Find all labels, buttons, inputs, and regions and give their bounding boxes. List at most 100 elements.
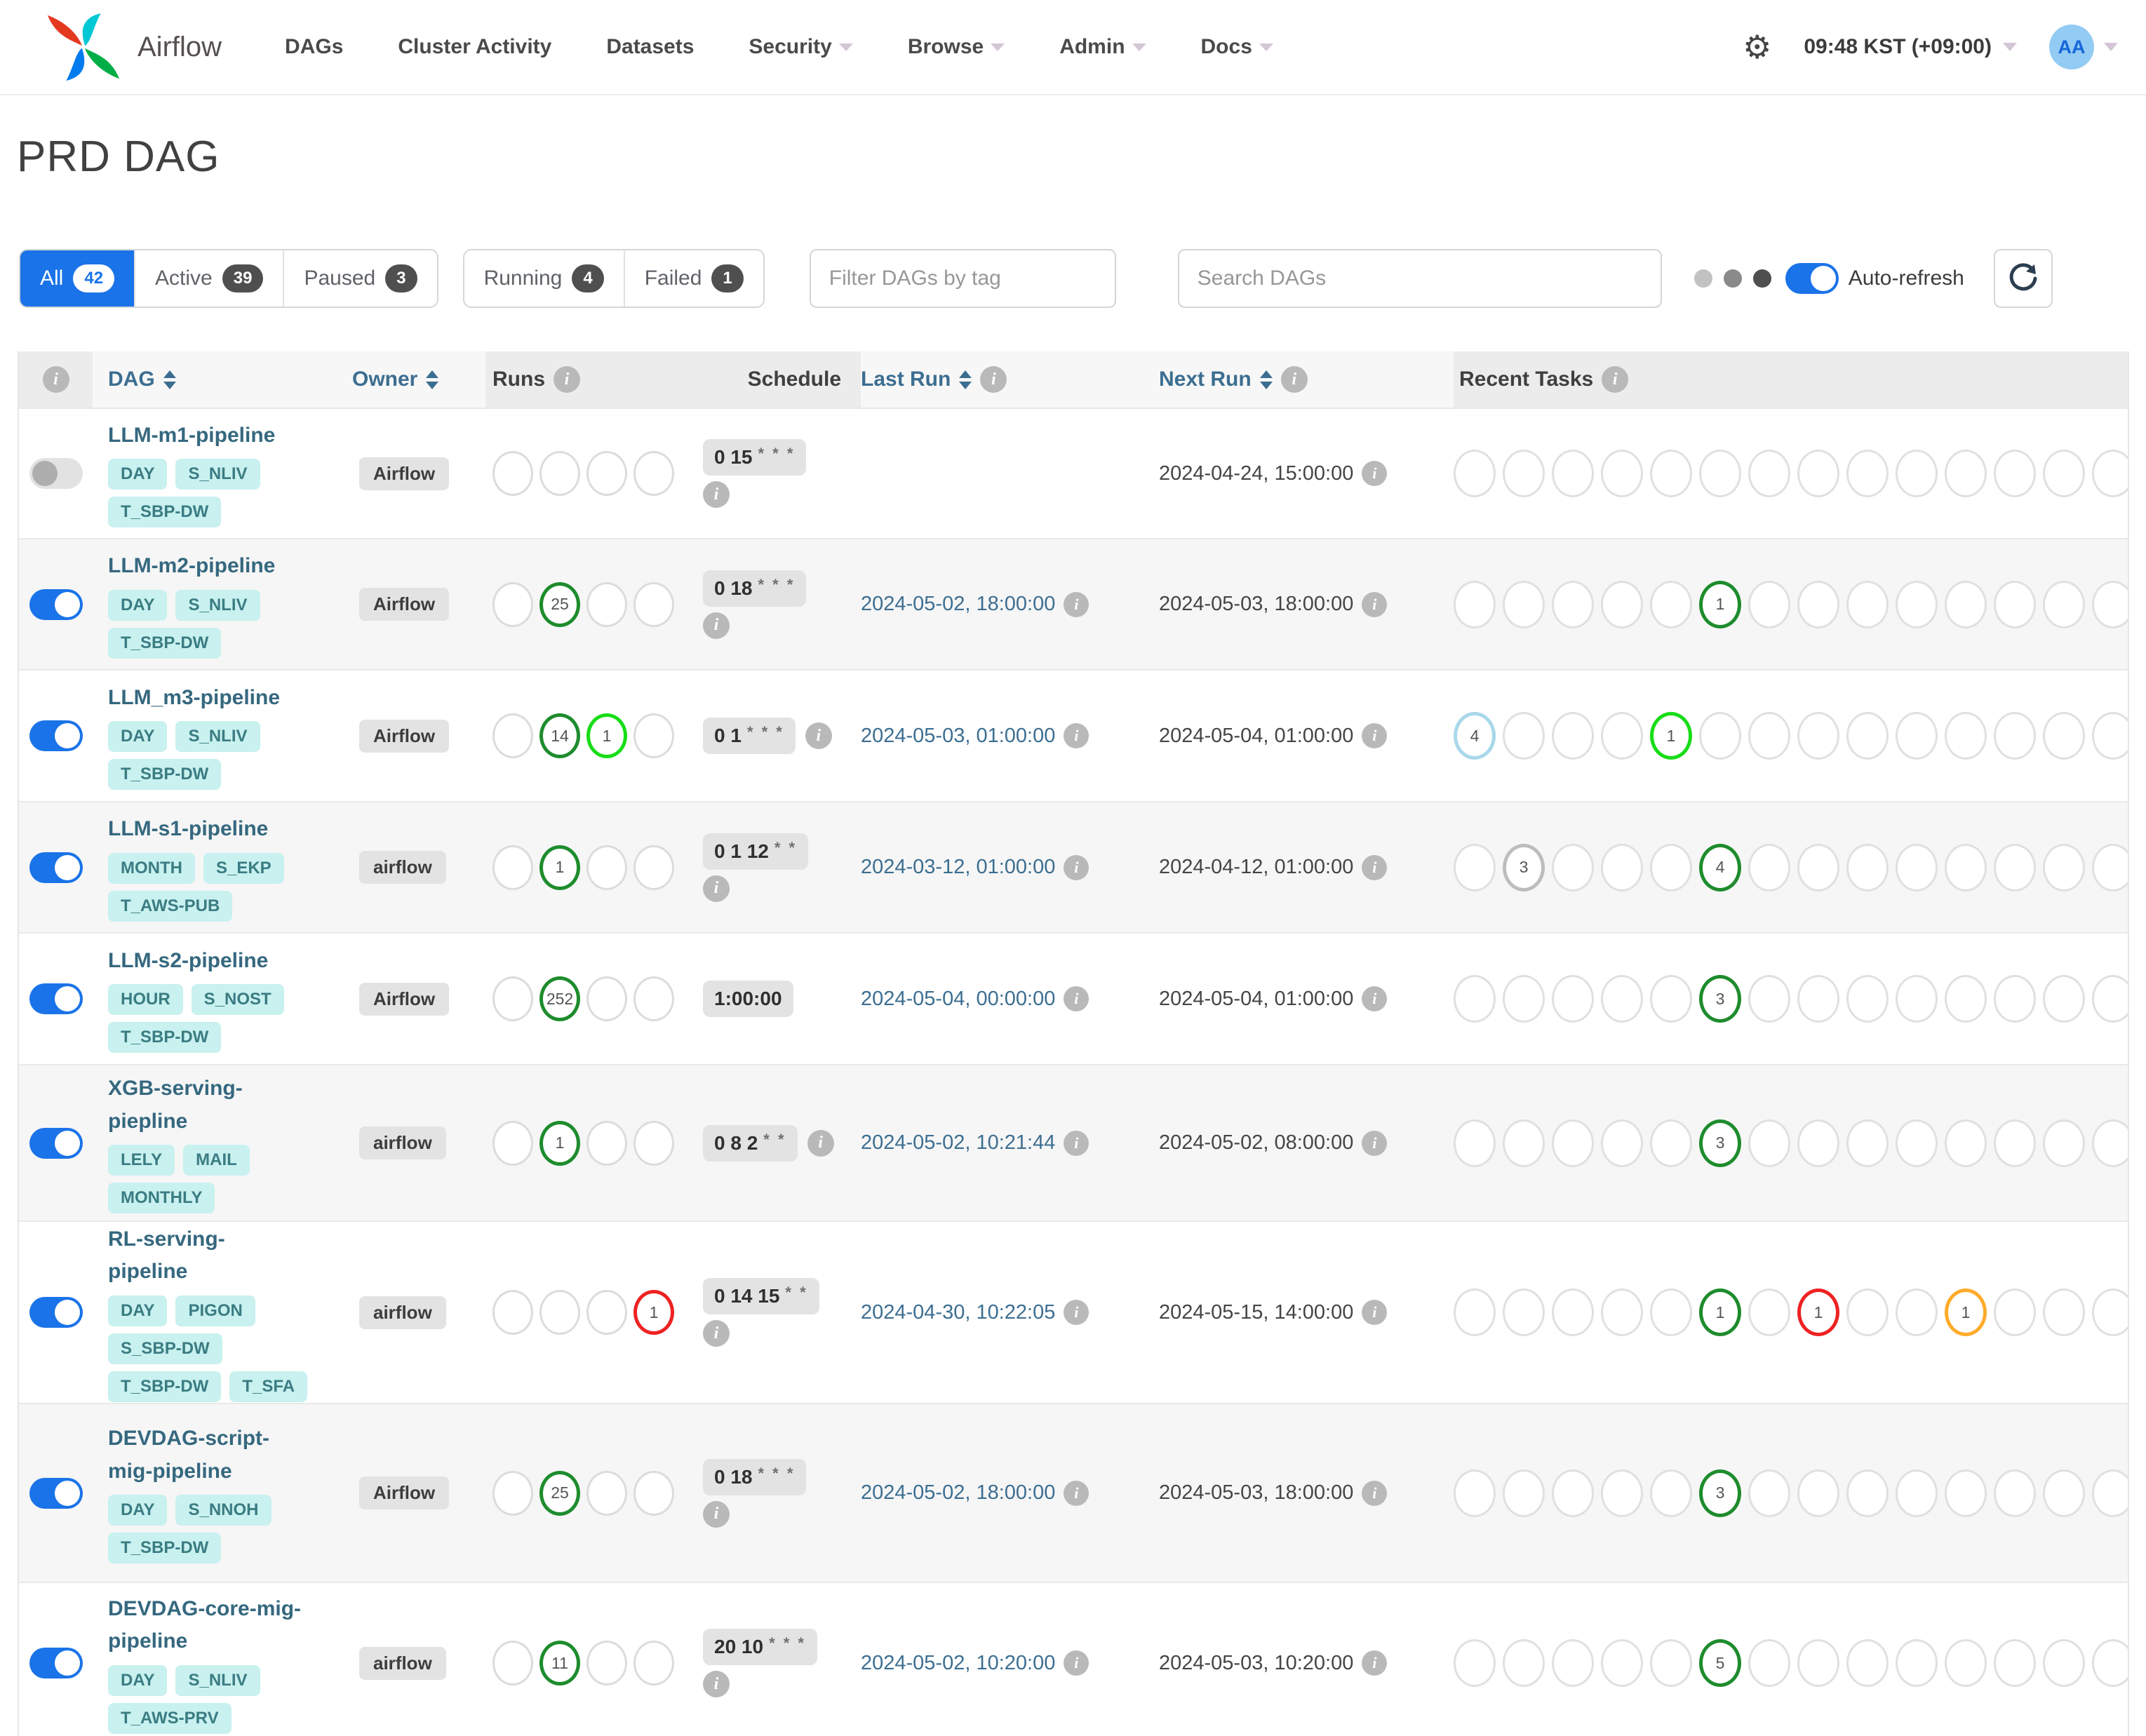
dag-name-link[interactable]: LLM-s2-pipeline — [108, 945, 284, 978]
recent-task-circle[interactable] — [1846, 1469, 1889, 1517]
recent-task-circle[interactable] — [2043, 1469, 2085, 1517]
recent-task-circle[interactable] — [2043, 450, 2085, 497]
airflow-brand[interactable]: Airflow — [42, 6, 222, 88]
recent-task-circle[interactable] — [1454, 843, 1496, 891]
run-state-circle[interactable] — [492, 713, 533, 758]
recent-task-circle[interactable] — [1846, 1119, 1889, 1167]
recent-task-circle[interactable] — [1503, 450, 1545, 497]
recent-task-circle[interactable] — [1748, 843, 1790, 891]
recent-task-circle[interactable] — [2043, 975, 2085, 1023]
nav-item-admin[interactable]: Admin — [1059, 35, 1146, 59]
run-state-circle[interactable] — [586, 581, 627, 627]
run-state-success-circle[interactable]: 1 — [539, 1120, 580, 1166]
dag-name-link[interactable]: DEVDAG-core-mig- — [108, 1593, 301, 1626]
recent-task-circle[interactable] — [1552, 975, 1594, 1023]
recent-task-circle[interactable] — [1552, 1119, 1594, 1167]
recent-task-circle[interactable] — [2043, 843, 2085, 891]
tag-chip[interactable]: T_SBP-DW — [108, 1022, 222, 1054]
dag-name-link[interactable]: piepline — [108, 1105, 250, 1138]
recent-task-circle[interactable] — [1846, 1639, 1889, 1687]
recent-task-circle[interactable] — [2043, 1288, 2085, 1336]
dag-name-link[interactable]: pipeline — [108, 1625, 301, 1658]
recent-task-circle[interactable] — [1552, 1288, 1594, 1336]
nav-item-docs[interactable]: Docs — [1201, 35, 1273, 59]
last-run-link[interactable]: 2024-05-02, 10:21:44 — [861, 1131, 1055, 1155]
owner-badge[interactable]: Airflow — [359, 1476, 450, 1509]
run-state-circle[interactable] — [586, 451, 627, 496]
recent-task-circle[interactable] — [1945, 1469, 1987, 1517]
recent-task-circle[interactable] — [1896, 1119, 1938, 1167]
dag-pause-toggle[interactable] — [29, 1648, 83, 1678]
filter-failed-button[interactable]: Failed 1 — [624, 250, 763, 307]
dag-name-link[interactable]: LLM-m1-pipeline — [108, 419, 275, 452]
nav-item-cluster-activity[interactable]: Cluster Activity — [398, 35, 551, 59]
last-run-link[interactable]: 2024-05-04, 00:00:00 — [861, 988, 1055, 1011]
recent-task-circle[interactable] — [1797, 580, 1839, 628]
recent-task-circle[interactable] — [1797, 1639, 1839, 1687]
recent-task-running-circle[interactable]: 1 — [1650, 712, 1692, 760]
filter-all-button[interactable]: All 42 — [20, 250, 136, 307]
tag-filter-input[interactable] — [809, 249, 1116, 308]
recent-task-circle[interactable] — [1748, 1119, 1790, 1167]
recent-task-removed-circle[interactable]: 3 — [1503, 843, 1545, 891]
nav-item-datasets[interactable]: Datasets — [606, 35, 694, 59]
recent-task-circle[interactable] — [1699, 712, 1741, 760]
recent-task-circle[interactable] — [1748, 1639, 1790, 1687]
sort-icons[interactable] — [426, 370, 439, 389]
recent-task-circle[interactable] — [1846, 712, 1889, 760]
run-state-circle[interactable] — [633, 1470, 674, 1516]
recent-task-circle[interactable] — [1896, 1288, 1938, 1336]
recent-task-circle[interactable] — [1797, 1469, 1839, 1517]
run-state-success-circle[interactable]: 25 — [539, 581, 580, 627]
recent-task-circle[interactable] — [1846, 1288, 1889, 1336]
dag-pause-toggle[interactable] — [29, 458, 83, 489]
recent-task-circle[interactable] — [2092, 1469, 2128, 1517]
filter-paused-button[interactable]: Paused 3 — [284, 250, 437, 307]
run-state-circle[interactable] — [586, 1120, 627, 1166]
recent-task-circle[interactable] — [1552, 1639, 1594, 1687]
recent-task-circle[interactable] — [2092, 450, 2128, 497]
run-state-circle[interactable] — [492, 976, 533, 1021]
run-state-success-circle[interactable]: 25 — [539, 1470, 580, 1516]
recent-task-circle[interactable] — [1454, 450, 1496, 497]
tag-chip[interactable]: DAY — [108, 589, 168, 621]
gear-icon[interactable]: ⚙ — [1743, 31, 1771, 63]
sort-last-run[interactable]: Last Run — [861, 368, 951, 391]
tag-chip[interactable]: S_NLIV — [175, 1664, 260, 1696]
recent-task-circle[interactable] — [1503, 1639, 1545, 1687]
last-run-link[interactable]: 2024-05-02, 10:20:00 — [861, 1652, 1055, 1675]
tag-chip[interactable]: S_SBP-DW — [108, 1333, 222, 1364]
dag-name-link[interactable]: RL-serving- — [108, 1223, 307, 1256]
run-state-running-circle[interactable]: 1 — [586, 713, 627, 758]
recent-task-success-circle[interactable]: 3 — [1699, 975, 1741, 1023]
dag-pause-toggle[interactable] — [29, 720, 83, 751]
recent-task-circle[interactable] — [1797, 843, 1839, 891]
recent-task-success-circle[interactable]: 3 — [1699, 1469, 1741, 1517]
tag-chip[interactable]: S_NLIV — [175, 459, 260, 490]
run-state-circle[interactable] — [492, 1641, 533, 1685]
recent-task-circle[interactable] — [1896, 843, 1938, 891]
recent-task-circle[interactable] — [1454, 1469, 1496, 1517]
recent-task-circle[interactable] — [1601, 712, 1643, 760]
tag-chip[interactable]: T_SFA — [229, 1371, 308, 1402]
dag-name-link[interactable]: LLM-m2-pipeline — [108, 550, 275, 583]
run-state-circle[interactable] — [492, 1290, 533, 1335]
recent-task-circle[interactable] — [1846, 580, 1889, 628]
run-state-circle[interactable] — [633, 845, 674, 890]
sort-icons[interactable] — [163, 370, 176, 389]
tag-chip[interactable]: T_AWS-PRV — [108, 1702, 232, 1734]
owner-badge[interactable]: airflow — [359, 1296, 446, 1329]
recent-task-circle[interactable] — [1846, 975, 1889, 1023]
tag-chip[interactable]: T_AWS-PUB — [108, 890, 233, 922]
recent-task-circle[interactable] — [1797, 975, 1839, 1023]
recent-task-circle[interactable] — [1945, 712, 1987, 760]
tag-chip[interactable]: DAY — [108, 459, 168, 490]
recent-task-circle[interactable] — [1994, 843, 2036, 891]
tag-chip[interactable]: S_EKP — [203, 852, 284, 884]
filter-active-button[interactable]: Active 39 — [135, 250, 285, 307]
sort-owner[interactable]: Owner — [352, 368, 417, 391]
recent-task-circle[interactable] — [1945, 580, 1987, 628]
recent-task-success-circle[interactable]: 1 — [1699, 1288, 1741, 1336]
recent-task-failed-circle[interactable]: 1 — [1797, 1288, 1839, 1336]
recent-task-circle[interactable] — [1454, 1639, 1496, 1687]
